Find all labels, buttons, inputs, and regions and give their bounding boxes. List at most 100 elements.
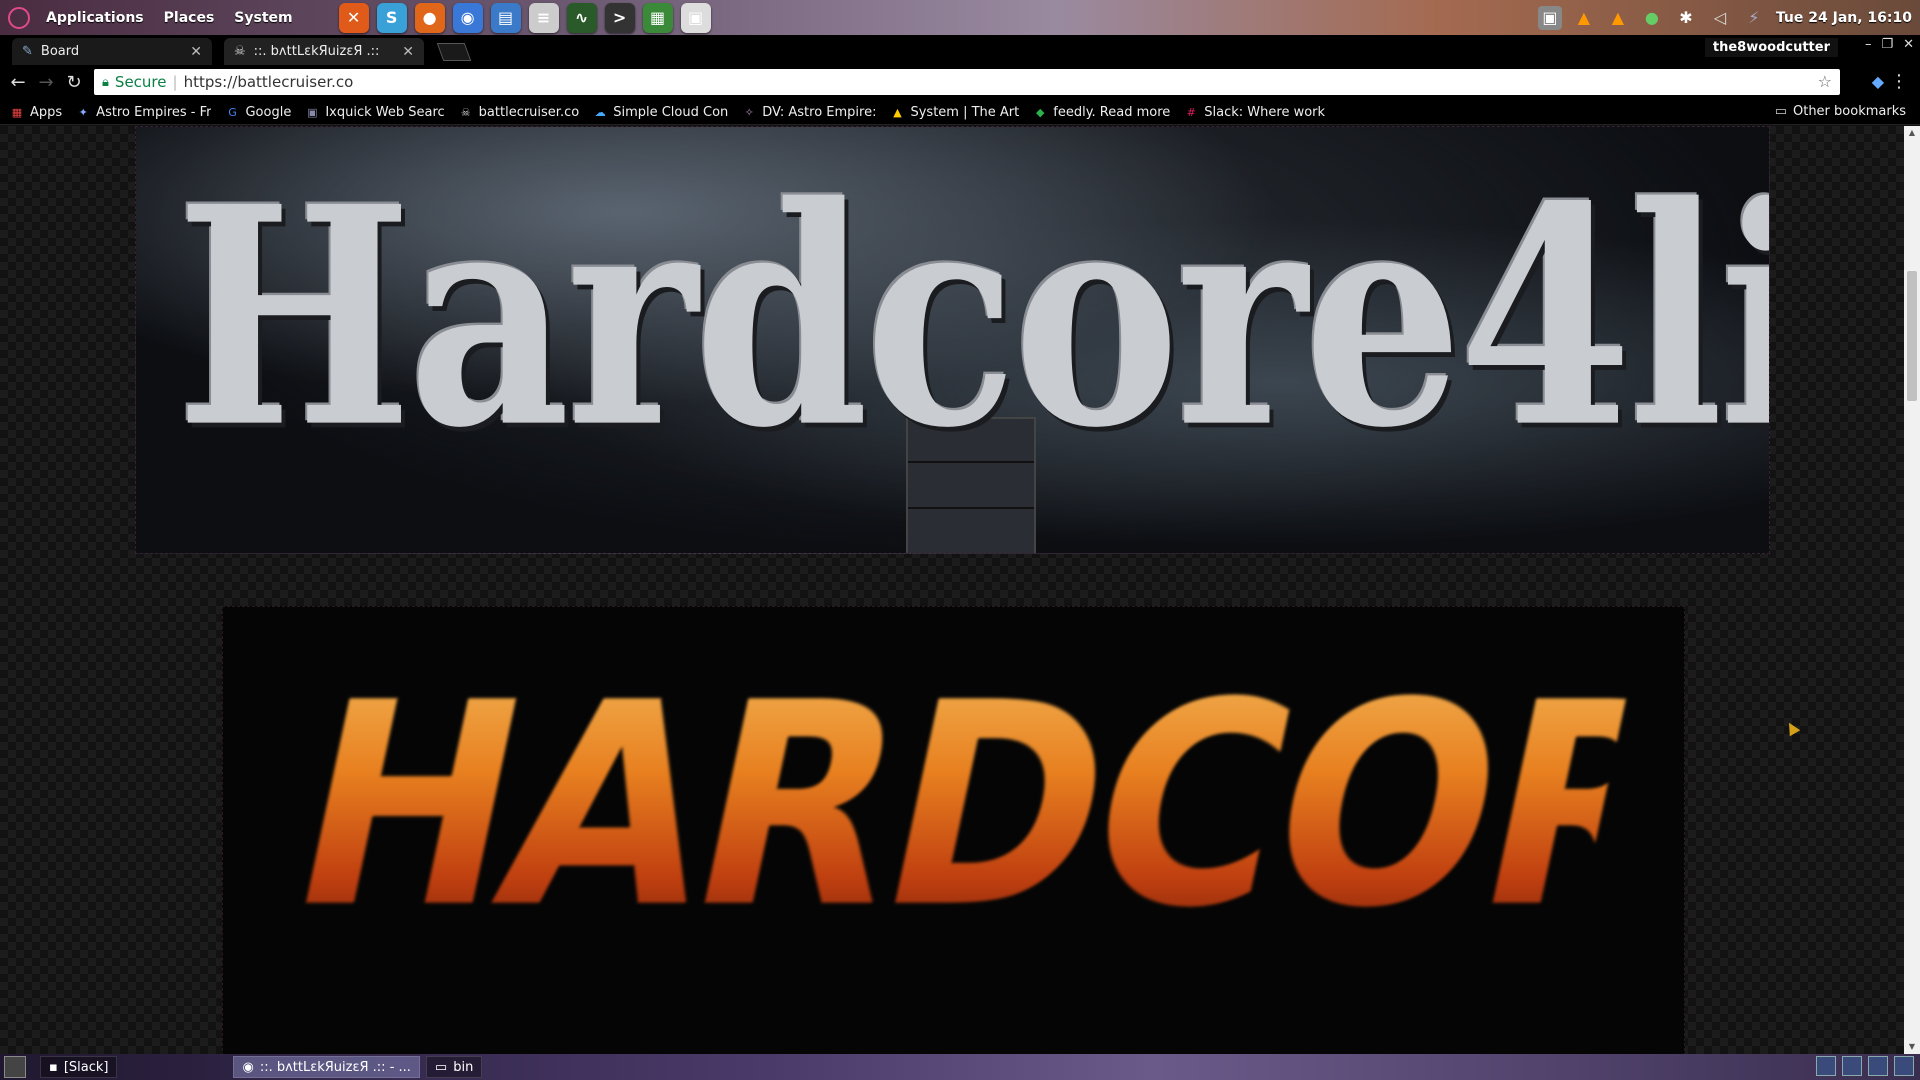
task-list: ▪ [Slack] ◉::. bʌttLɛkЯuizɛЯ .:: - ... ▭ bin [32,1056,483,1078]
cloud-icon: ☁ [594,105,606,119]
workspace-3[interactable] [1868,1056,1888,1076]
bookmark-item[interactable]: ▣ Ixquick Web Searc [305,105,445,120]
taskbar-label: [Slack] [63,1059,109,1075]
taskbar-item[interactable]: ◉::. bʌttLɛkЯuizɛЯ .:: - ... [233,1056,420,1078]
bookmark-item[interactable]: # Slack: Where work [1184,105,1325,120]
skype-icon[interactable]: S [376,2,407,33]
folder-icon: ▭ [1774,104,1787,119]
minimize-icon[interactable]: – [1865,37,1872,52]
scroll-up-arrow-icon[interactable]: ▲ [1904,126,1920,140]
bookmark-item[interactable]: ☠ battlecruiser.co [459,105,579,120]
close-tab-icon[interactable]: ✕ [402,44,414,60]
warning-icon: ▲ [893,105,902,119]
panel-menu: Applications Places System [0,6,301,29]
show-desktop-button[interactable] [4,1056,26,1078]
file-manager-icon[interactable]: ▤ [490,2,521,33]
extension-icon[interactable]: ◆ [1872,72,1884,91]
bookmark-item[interactable]: ✧ DV: Astro Empire: [742,104,877,120]
chrome-menu-icon[interactable]: ⋮ [1890,71,1908,92]
bookmark-label: Google [245,104,292,120]
bookmark-item[interactable]: ◆ feedly. Read more [1033,105,1170,120]
separator: | [172,73,178,91]
close-window-icon[interactable]: ✕ [1903,37,1914,52]
firefox-icon[interactable]: ● [414,2,445,33]
tab-strip: ✎ Board ✕ ☠ ::. bʌttLɛkЯuizɛЯ .:: ✕ the8… [0,35,1920,65]
chromium-icon[interactable]: ◉ [452,2,483,33]
bookmark-item[interactable]: ☁ Simple Cloud Con [593,104,729,120]
terminal-icon[interactable]: > [604,2,635,33]
update-warning-icon[interactable]: ▲ [1606,6,1630,30]
xvi-icon[interactable]: ▣ [680,2,711,33]
skull-favicon-icon: ☠ [234,44,246,59]
bookmark-label: DV: Astro Empire: [762,104,877,120]
skull-favicon-icon: ☠ [460,105,471,119]
text-editor-icon[interactable]: ≡ [528,2,559,33]
taskbar-item[interactable]: ▭ bin [425,1056,483,1078]
bookmark-item[interactable]: ▦ Apps [10,105,62,120]
workspace-1[interactable] [1816,1056,1836,1076]
bookmark-item[interactable]: ✦ Astro Empires - Fr [76,105,212,120]
bookmark-item[interactable]: G Google [225,105,291,120]
forward-button[interactable]: → [32,72,60,93]
bookmark-star-icon[interactable]: ☆ [1818,72,1832,91]
tab-board[interactable]: ✎ Board ✕ [12,38,212,65]
chromium-icon: ◉ [242,1059,254,1075]
crossover-icon[interactable]: ✕ [338,2,369,33]
banner-title: HARDCORE [266,631,1684,983]
system-tray: ▣ ▲ ▲ ● ✱ ◁ ⚡ Tue 24 Jan, 16:10 [1537,0,1912,35]
url-text[interactable]: https://battlecruiser.co [184,73,354,91]
tab-title: Board [40,44,80,59]
bookmark-item[interactable]: ▲ System | The Art [890,105,1019,120]
other-bookmarks[interactable]: ▭ Other bookmarks [1775,104,1906,119]
hardcore-banner: HARDCORE [222,606,1685,1054]
volume-icon[interactable]: ◁ [1708,6,1732,30]
menu-applications[interactable]: Applications [38,10,152,26]
apps-grid-icon: ▦ [11,105,23,119]
tab-title: ::. bʌttLɛkЯuizɛЯ .:: [253,44,380,59]
dv-icon: ✧ [744,105,754,119]
new-tab-button[interactable] [436,43,472,61]
other-bookmarks-label: Other bookmarks [1792,104,1906,119]
address-bar[interactable]: 🔒︎ Secure | https://battlecruiser.co ☆ [94,69,1840,95]
top-panel: Applications Places System ✕ S ● ◉ ▤ ≡ ∿ > ▦ ▣ ▣ … [0,0,1920,35]
back-button[interactable]: ← [4,72,32,93]
window-controls: – ❐ ✕ [1865,37,1914,52]
page-content: Hardcore4life HARDCORE [0,126,1904,1054]
workspace-2[interactable] [1842,1056,1862,1076]
tab-battlecruiser[interactable]: ☠ ::. bʌttLɛkЯuizɛЯ .:: ✕ [224,38,424,65]
close-tab-icon[interactable]: ✕ [190,44,202,60]
screenshot-icon[interactable]: ▣ [1537,5,1562,30]
astro-empires-icon: ✦ [78,105,88,119]
network-icon[interactable]: ⚡ [1742,6,1766,30]
bookmark-label: Simple Cloud Con [613,104,729,120]
slack-tray-icon[interactable]: ● [1640,6,1664,30]
feedly-icon: ◆ [1036,105,1045,119]
maximize-icon[interactable]: ❐ [1881,37,1893,52]
clock[interactable]: Tue 24 Jan, 16:10 [1776,10,1912,26]
spreadsheet-icon[interactable]: ▦ [642,2,673,33]
bookmark-label: Apps [30,104,63,120]
menu-system[interactable]: System [226,10,300,26]
banner-title: Hardcore4life [176,140,1769,494]
bookmark-label: Slack: Where work [1204,104,1326,120]
page-scrollbar[interactable]: ▲ ▼ [1904,126,1920,1054]
scroll-thumb[interactable] [1907,271,1917,401]
workspace-switcher [1816,1056,1914,1076]
browser-toolbar: ← → ↻ 🔒︎ Secure | https://battlecruiser.… [0,65,1920,100]
bookmark-label: feedly. Read more [1053,104,1171,120]
mouse-cursor-icon [1783,719,1801,737]
workspace-4[interactable] [1894,1056,1914,1076]
system-monitor-icon[interactable]: ∿ [566,2,597,33]
profile-name[interactable]: the8woodcutter [1704,38,1838,57]
folder-icon: ▭ [434,1059,448,1075]
menu-places[interactable]: Places [156,10,223,26]
gnome-logo-icon[interactable] [8,6,30,29]
bookmark-label: System | The Art [910,104,1020,120]
taskbar-item[interactable]: ▪ [Slack] [40,1056,118,1078]
taskbar-label: ::. bʌttLɛkЯuizɛЯ .:: - ... [259,1059,411,1075]
scroll-down-arrow-icon[interactable]: ▼ [1904,1040,1920,1054]
vlc-icon[interactable]: ▲ [1572,6,1596,30]
reload-button[interactable]: ↻ [60,72,88,93]
hardcore4life-banner: Hardcore4life [135,126,1770,554]
settings-icon[interactable]: ✱ [1674,6,1698,30]
